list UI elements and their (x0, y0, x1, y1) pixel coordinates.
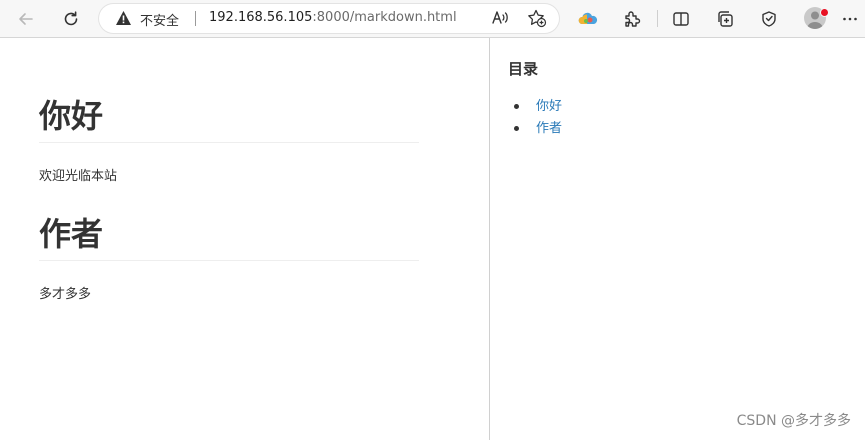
warning-triangle-icon[interactable] (115, 10, 132, 26)
bullet (514, 104, 519, 109)
collections-button[interactable] (712, 6, 738, 32)
refresh-icon (64, 11, 78, 26)
toc-link-author[interactable]: 作者 (536, 120, 562, 138)
url-path: :8000/markdown.html (312, 10, 457, 25)
refresh-button[interactable] (58, 6, 84, 32)
section-text: 欢迎光临本站 (39, 169, 118, 184)
puzzle-icon (625, 11, 641, 27)
collections-icon (718, 11, 733, 27)
browser-essentials-button[interactable] (756, 6, 782, 32)
cloud-extension-button[interactable] (575, 6, 601, 32)
url-host: 192.168.56.105 (209, 10, 313, 25)
toolbar-divider (657, 10, 658, 27)
read-aloud-icon[interactable] (491, 9, 511, 27)
notification-dot (820, 8, 829, 17)
section-heading: 作者 (39, 214, 419, 261)
security-status-label[interactable]: 不安全 (140, 10, 179, 29)
heart-shield-icon (762, 11, 776, 27)
table-of-contents: 目录 你好 作者 (490, 38, 865, 440)
add-favorite-icon[interactable] (527, 9, 547, 28)
article-pane: 你好 欢迎光临本站 作者 多才多多 (0, 38, 490, 440)
cloud-extension-icon (578, 12, 598, 24)
more-button[interactable] (837, 6, 863, 32)
address-bar[interactable]: 不安全 192.168.56.105:8000/markdown.html (99, 4, 559, 33)
arrow-left-icon (19, 13, 33, 25)
watermark: CSDN @多才多多 (736, 413, 851, 429)
split-screen-button[interactable] (668, 6, 694, 32)
toc-title: 目录 (508, 60, 539, 78)
browser-toolbar: 不安全 192.168.56.105:8000/markdown.html (0, 0, 865, 38)
split-screen-icon (673, 12, 689, 26)
address-divider (195, 11, 196, 26)
extensions-button[interactable] (619, 6, 645, 32)
section-text: 多才多多 (39, 287, 92, 302)
more-icon (843, 17, 857, 21)
toc-link-hello[interactable]: 你好 (536, 98, 562, 116)
bullet (514, 126, 519, 131)
back-button[interactable] (13, 6, 39, 32)
url-text[interactable]: 192.168.56.105:8000/markdown.html (209, 10, 457, 25)
section-heading: 你好 (39, 96, 419, 143)
